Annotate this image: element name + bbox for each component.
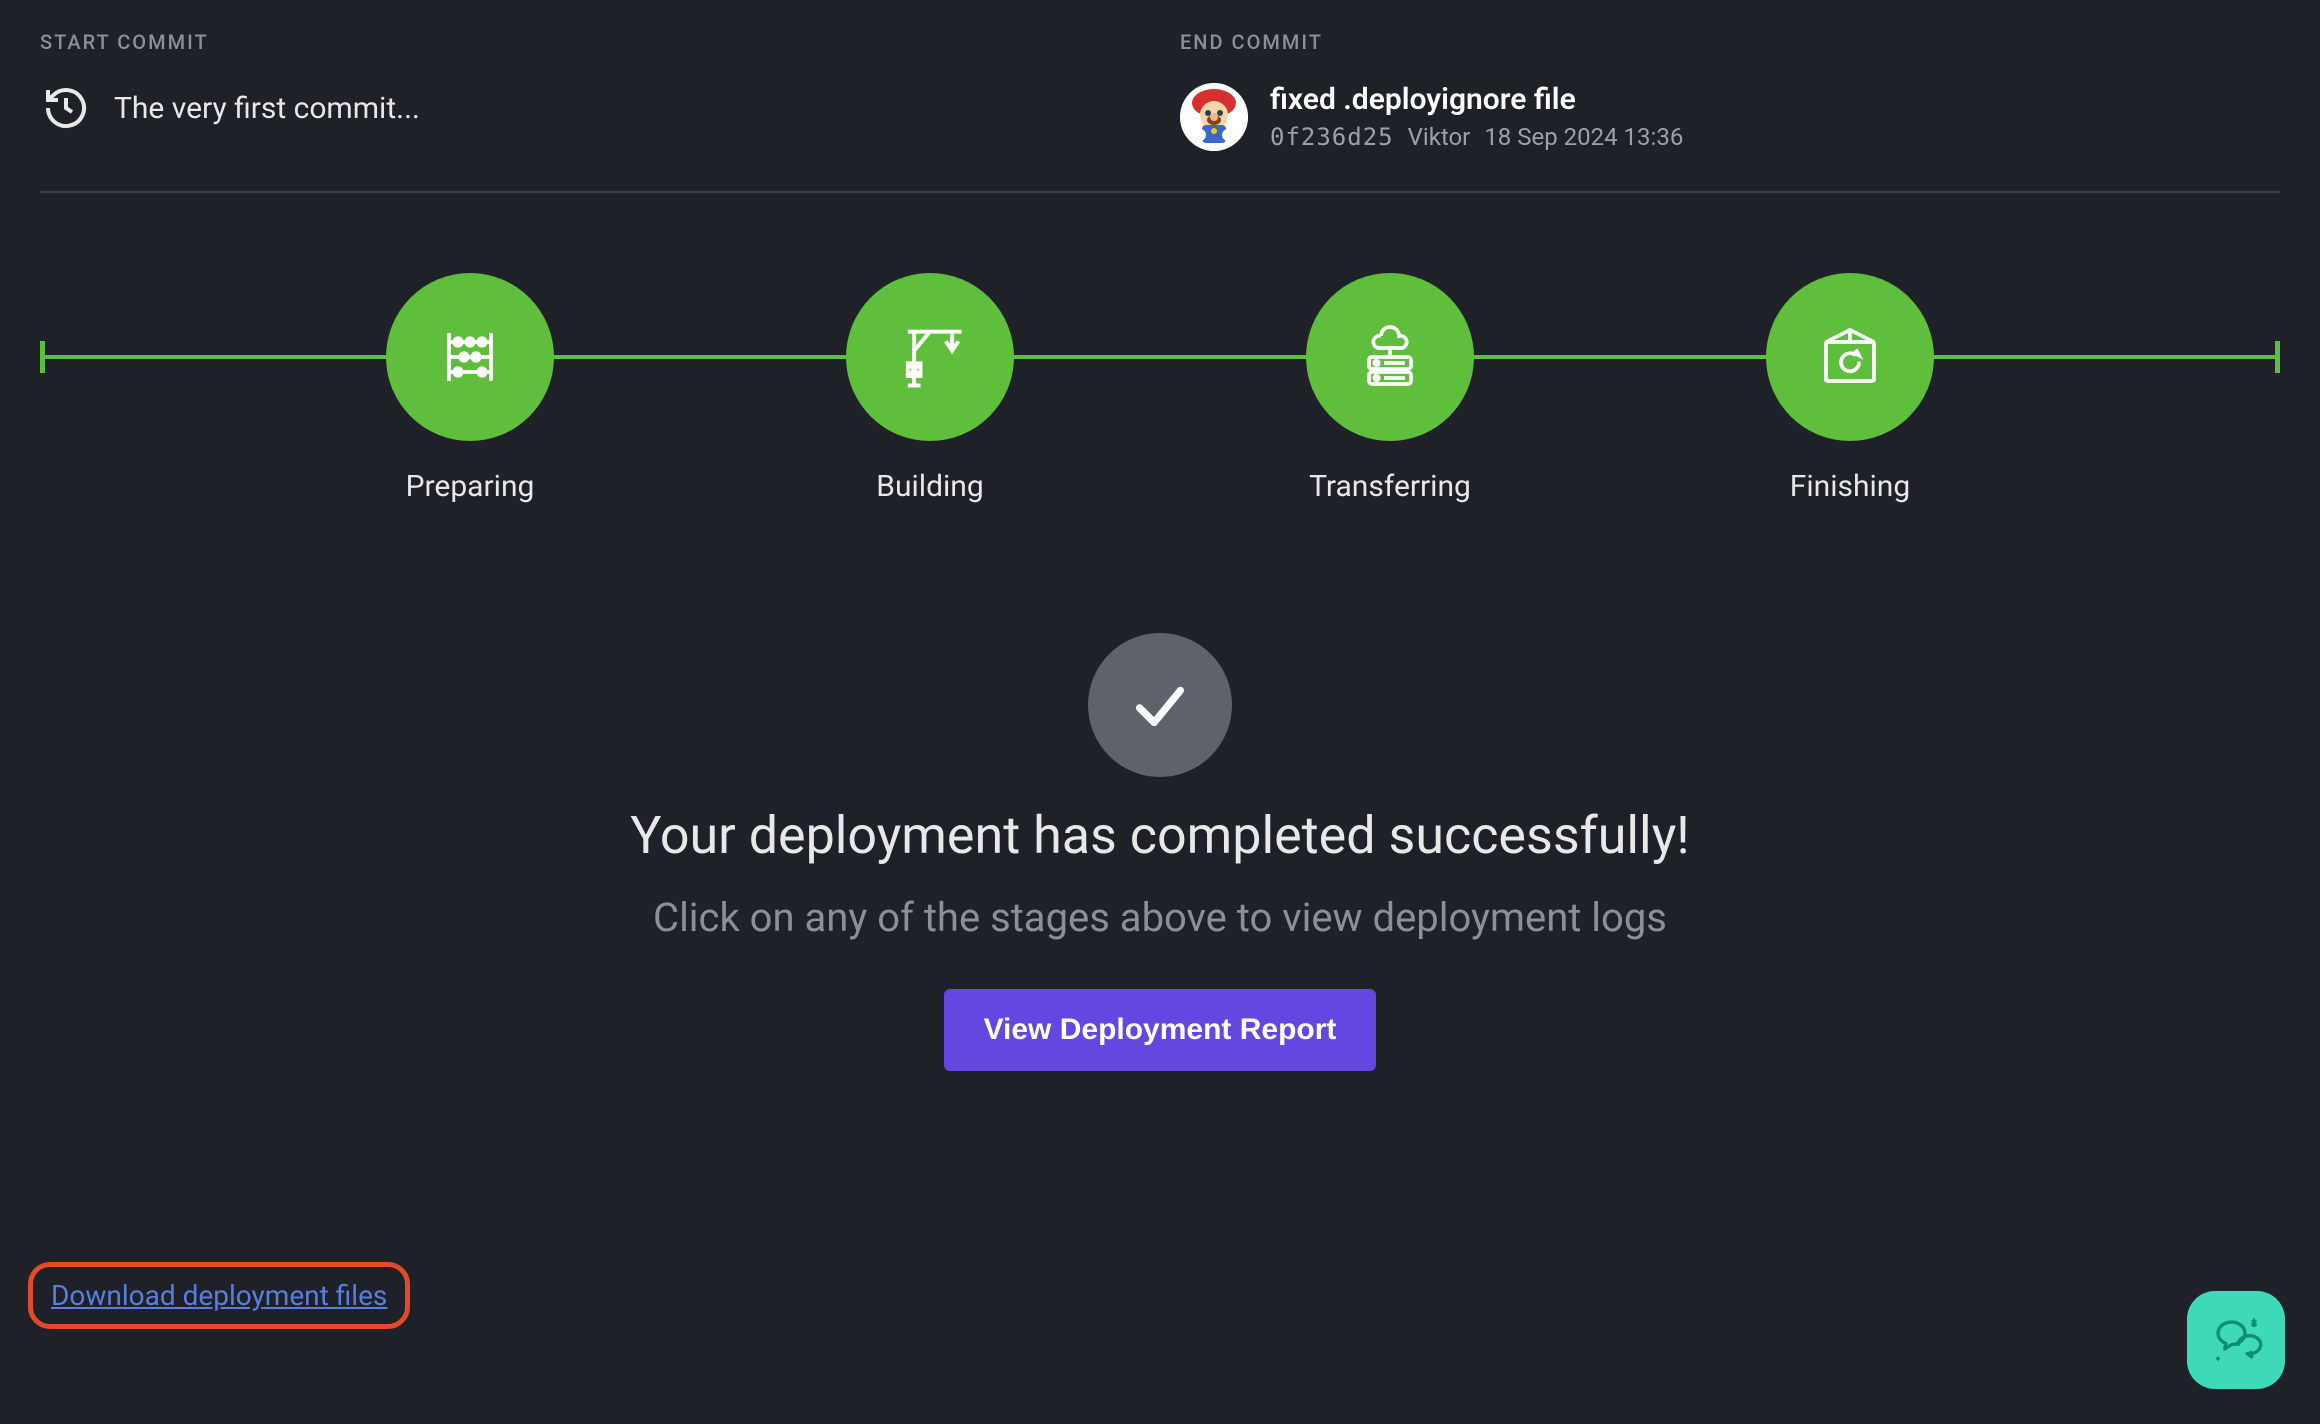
stage-building-label: Building: [876, 469, 983, 504]
stages-row: Preparing Building: [40, 273, 2280, 504]
view-report-button[interactable]: View Deployment Report: [944, 989, 1377, 1071]
stage-preparing-label: Preparing: [406, 469, 535, 504]
commit-hash: 0f236d25: [1270, 123, 1394, 151]
commit-author: Viktor: [1408, 123, 1471, 151]
chat-support-button[interactable]: [2187, 1291, 2285, 1389]
stage-transferring-label: Transferring: [1309, 469, 1471, 504]
result-subtitle: Click on any of the stages above to view…: [653, 894, 1667, 941]
divider: [40, 191, 2280, 193]
author-avatar: [1180, 83, 1248, 151]
end-commit-label: END COMMIT: [1180, 30, 2280, 54]
result-title: Your deployment has completed successful…: [630, 805, 1689, 866]
stage-finishing[interactable]: Finishing: [1766, 273, 1934, 504]
end-commit-content: fixed .deployignore file 0f236d25 Viktor…: [1180, 82, 2280, 151]
transferring-icon: [1306, 273, 1474, 441]
download-link-highlight: Download deployment files: [28, 1262, 410, 1329]
finishing-icon: [1766, 273, 1934, 441]
success-check-icon: [1088, 633, 1232, 777]
result-section: Your deployment has completed successful…: [40, 633, 2280, 1071]
download-deployment-files-link[interactable]: Download deployment files: [51, 1279, 387, 1312]
commit-header: START COMMIT The very first commit... EN…: [40, 30, 2280, 151]
end-commit-details: fixed .deployignore file 0f236d25 Viktor…: [1270, 82, 1683, 151]
start-commit-section: START COMMIT The very first commit...: [40, 30, 1140, 151]
history-icon: [40, 82, 92, 134]
preparing-icon: [386, 273, 554, 441]
deployment-timeline: Preparing Building: [40, 273, 2280, 503]
commit-date: 18 Sep 2024 13:36: [1484, 123, 1683, 151]
end-commit-section: END COMMIT fixed: [1180, 30, 2280, 151]
stage-finishing-label: Finishing: [1790, 469, 1910, 504]
end-commit-meta: 0f236d25 Viktor 18 Sep 2024 13:36: [1270, 123, 1683, 151]
start-commit-message: The very first commit...: [114, 91, 420, 126]
building-icon: [846, 273, 1014, 441]
start-commit-label: START COMMIT: [40, 30, 1140, 54]
stage-preparing[interactable]: Preparing: [386, 273, 554, 504]
stage-building[interactable]: Building: [846, 273, 1014, 504]
end-commit-title: fixed .deployignore file: [1270, 82, 1683, 117]
start-commit-content: The very first commit...: [40, 82, 1140, 134]
stage-transferring[interactable]: Transferring: [1306, 273, 1474, 504]
